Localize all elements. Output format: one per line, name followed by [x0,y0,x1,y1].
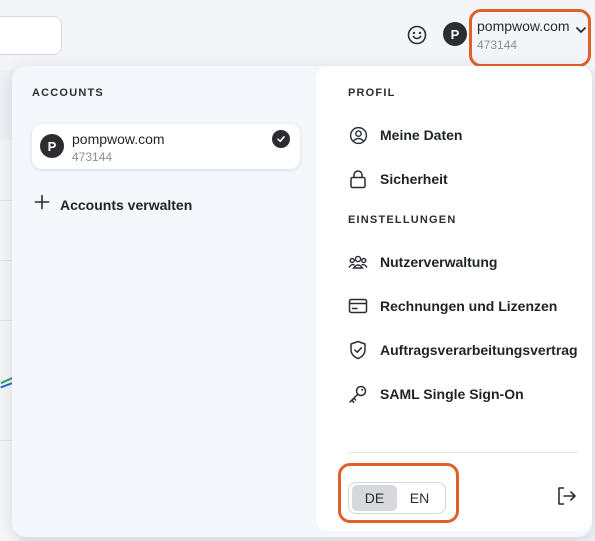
user-circle-icon [348,125,368,145]
account-name: pompwow.com [477,18,570,34]
menu-item-nutzerverwaltung[interactable]: Nutzerverwaltung [348,252,497,272]
account-menu-panel: ACCOUNTS P pompwow.com 473144 Accounts v… [12,66,592,537]
language-option-en[interactable]: EN [397,485,442,511]
menu-item-rechnungen[interactable]: Rechnungen und Lizenzen [348,296,557,316]
users-icon [348,252,368,272]
avatar[interactable]: P [443,22,467,46]
lock-icon [348,169,368,189]
menu-item-saml-sso[interactable]: SAML Single Sign-On [348,384,524,404]
credit-card-icon [348,296,368,316]
menu-item-label: Rechnungen und Lizenzen [380,298,558,314]
menu-item-label: Meine Daten [380,127,463,143]
language-toggle[interactable]: DE EN [348,482,446,514]
menu-item-sicherheit[interactable]: Sicherheit [348,169,448,189]
account-switcher-button[interactable]: pompwow.com 473144 [469,9,591,67]
accounts-section-label: ACCOUNTS [32,87,104,99]
menu-item-label: Auftragsverarbeitungsvertrag [380,342,578,358]
manage-accounts-button[interactable]: Accounts verwalten [34,194,192,215]
shield-check-icon [348,340,368,360]
key-icon [348,384,368,404]
menu-item-label: Sicherheit [380,171,448,187]
menu-item-auftragsverarbeitungsvertrag[interactable]: Auftragsverarbeitungsvertrag [348,340,578,360]
search-input[interactable] [0,16,62,55]
language-option-de[interactable]: DE [352,485,397,511]
check-icon [272,130,290,148]
plus-icon [34,194,50,215]
account-card-id: 473144 [72,150,113,164]
settings-section-label: EINSTELLUNGEN [348,214,457,226]
chevron-down-icon [576,21,586,39]
menu-item-label: Nutzerverwaltung [380,254,498,270]
account-avatar: P [40,134,64,158]
account-id: 473144 [477,38,518,52]
divider [348,452,578,453]
account-card[interactable]: P pompwow.com 473144 [32,124,300,169]
logout-icon[interactable] [554,484,578,508]
profile-section-label: PROFIL [348,87,396,99]
menu-item-label: SAML Single Sign-On [380,386,524,402]
feedback-smiley-icon[interactable] [406,24,428,46]
menu-item-meine-daten[interactable]: Meine Daten [348,125,462,145]
profile-settings-column: PROFIL Meine Daten Sicherheit EINSTELLUN… [316,66,592,531]
account-card-name: pompwow.com [72,131,165,147]
manage-accounts-label: Accounts verwalten [60,196,193,213]
